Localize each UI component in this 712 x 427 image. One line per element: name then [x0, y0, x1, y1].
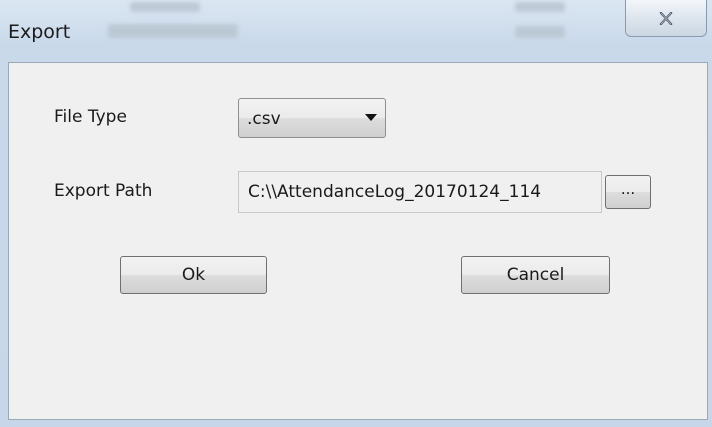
- browse-button[interactable]: ...: [605, 175, 651, 209]
- title-bar: Export: [0, 0, 712, 62]
- ok-button[interactable]: Ok: [120, 256, 267, 294]
- export-path-label: Export Path: [54, 181, 153, 201]
- file-type-value: .csv: [247, 109, 281, 129]
- close-button[interactable]: [625, 0, 707, 37]
- cancel-button[interactable]: Cancel: [461, 256, 610, 294]
- file-type-label: File Type: [54, 107, 127, 127]
- export-path-field[interactable]: C:\\AttendanceLog_20170124_114: [238, 171, 602, 213]
- dialog-body: File Type .csv Export Path C:\\Attendanc…: [8, 62, 708, 420]
- dialog-window: Export File Type .csv Export Path C:\\At…: [0, 0, 712, 427]
- export-path-value: C:\\AttendanceLog_20170124_114: [248, 182, 542, 202]
- chevron-down-icon: [365, 114, 377, 121]
- file-type-dropdown[interactable]: .csv: [238, 98, 386, 138]
- window-title: Export: [8, 21, 71, 43]
- close-icon: [659, 11, 673, 25]
